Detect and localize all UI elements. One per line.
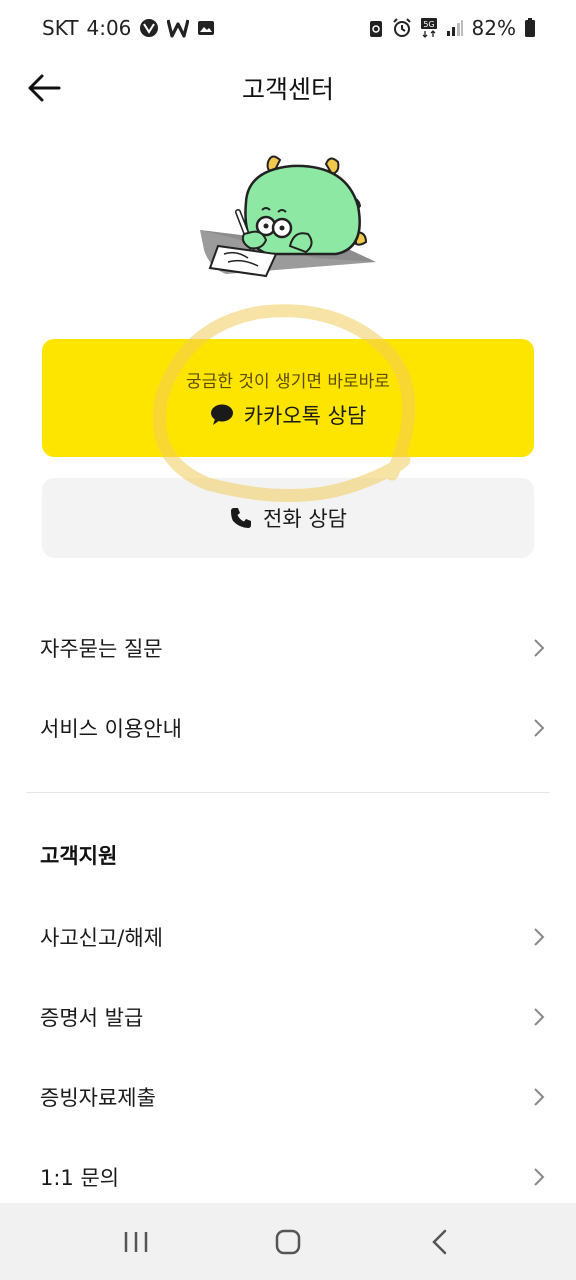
speech-bubble-icon [210,404,233,425]
phone-icon [231,508,252,528]
chevron-right-icon [532,638,546,658]
back-icon [432,1229,447,1254]
list-item-service-guide[interactable]: 서비스 이용안내 [0,688,576,768]
recent-apps-icon [124,1231,148,1252]
kakaotalk-consult-button[interactable]: 궁금한 것이 생기면 바로바로 카카오톡 상담 [42,339,534,457]
list-item-document-submit[interactable]: 증빙자료제출 [0,1057,576,1137]
section-title-support: 고객지원 [40,844,118,868]
list-item-label: 사고신고/해제 [40,926,163,950]
app-header: 고객센터 [0,56,576,120]
mascot-illustration [196,150,380,290]
battery-icon [524,18,536,38]
status-left: SKT 4:06 [42,16,215,40]
recycle-icon [368,18,384,38]
back-button[interactable] [20,64,68,112]
chevron-right-icon [532,1007,546,1027]
list-item-label: 1:1 문의 [40,1166,120,1190]
chevron-right-icon [532,1087,546,1107]
network-type-label: 5G [423,20,434,29]
arrow-left-icon [28,74,61,102]
status-bar: SKT 4:06 5G 82% [0,0,576,56]
chevron-right-icon [532,927,546,947]
home-button[interactable] [248,1212,328,1272]
list-item-label: 증명서 발급 [40,1006,144,1030]
alarm-icon [392,18,412,38]
section-divider [26,792,550,793]
w-app-icon [167,18,190,38]
chevron-right-icon [532,718,546,738]
list-item-faq[interactable]: 자주묻는 질문 [0,608,576,688]
time-label: 4:06 [86,16,132,40]
phone-consult-button[interactable]: 전화 상담 [42,478,534,558]
list-item-label: 자주묻는 질문 [40,637,163,661]
system-back-button[interactable] [400,1212,480,1272]
gallery-icon [197,19,215,37]
system-nav-bar [0,1203,576,1280]
kakaotalk-consult-label: 카카오톡 상담 [243,403,367,428]
vpn-icon [139,18,159,38]
kakaotalk-consult-main: 카카오톡 상담 [210,400,367,430]
list-item-certificate-issue[interactable]: 증명서 발급 [0,977,576,1057]
5g-icon: 5G [420,17,438,39]
carrier-label: SKT [42,16,79,40]
phone-consult-label: 전화 상담 [263,507,347,531]
list-item-label: 서비스 이용안내 [40,717,182,741]
kakaotalk-consult-subtitle: 궁금한 것이 생기면 바로바로 [186,371,390,392]
page-title: 고객센터 [241,75,334,104]
status-right: 5G 82% [368,16,536,40]
chevron-right-icon [532,1167,546,1187]
list-item-label: 증빙자료제출 [40,1086,156,1110]
battery-percent: 82% [471,16,516,40]
list-item-accident-report[interactable]: 사고신고/해제 [0,897,576,977]
signal-icon [446,19,464,37]
recent-apps-button[interactable] [96,1212,176,1272]
home-icon [275,1229,301,1254]
